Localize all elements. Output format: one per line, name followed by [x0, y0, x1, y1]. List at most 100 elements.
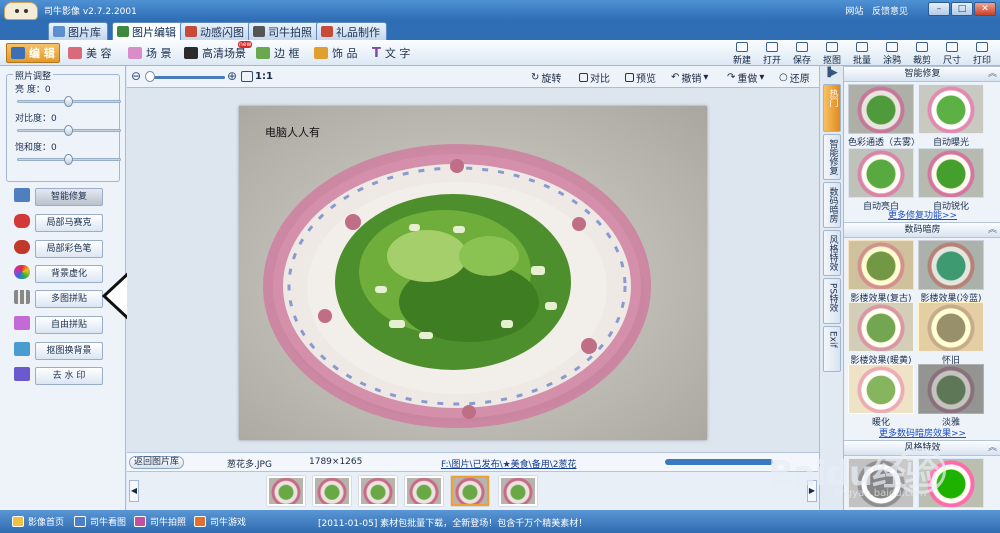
image-canvas[interactable]: 电脑人人有: [127, 88, 819, 452]
thumbnail[interactable]: [267, 476, 305, 506]
crop-button[interactable]: 裁剪: [908, 42, 936, 66]
home-link[interactable]: 影像首页: [12, 515, 64, 528]
brightness-slider[interactable]: [17, 96, 121, 107]
rotate-button[interactable]: ↻ 旋转: [531, 70, 561, 85]
multi-collage-button[interactable]: 多图拼贴: [35, 290, 103, 308]
feedback-link[interactable]: 反馈意见: [872, 7, 908, 17]
effect-tile[interactable]: 自动曝光: [918, 84, 984, 148]
vtab-smart-repair[interactable]: 智能修复: [823, 134, 841, 180]
thumbnail[interactable]: [359, 476, 397, 506]
saturation-slider[interactable]: [17, 154, 121, 165]
effect-preview: [918, 364, 984, 414]
tab-gift-making[interactable]: 礼品制作: [316, 22, 387, 40]
tool-scene[interactable]: 场 景: [124, 43, 176, 63]
background-blur-button[interactable]: 背景虚化: [35, 265, 103, 283]
effect-tile[interactable]: 影楼效果(暖黄): [848, 302, 914, 366]
section-smart-repair[interactable]: 智能修复 ︽: [844, 66, 1000, 82]
smart-repair-button[interactable]: 智能修复: [35, 188, 103, 206]
frame-icon: [256, 47, 270, 59]
cutout-button[interactable]: 抠图: [818, 42, 846, 66]
local-color-pen-button[interactable]: 局部彩色笔: [35, 240, 103, 258]
vtab-ps-effects[interactable]: PS特效: [823, 278, 841, 324]
collapse-chevron-icon[interactable]: ︽: [988, 223, 997, 237]
tool-border[interactable]: 边 框: [252, 43, 304, 63]
close-button[interactable]: ✕: [974, 2, 996, 16]
effect-tile[interactable]: 自动锐化: [918, 148, 984, 212]
local-mosaic-button[interactable]: 局部马赛克: [35, 214, 103, 232]
camera-link[interactable]: 司牛拍照: [134, 515, 186, 528]
doodle-button[interactable]: 涂鸦: [878, 42, 906, 66]
more-darkroom-link[interactable]: 更多数码暗房效果>>: [844, 426, 1000, 439]
face-icon: [68, 47, 82, 59]
tool-text[interactable]: T文 字: [368, 43, 414, 63]
tool-beauty[interactable]: 美 容: [64, 43, 116, 63]
redo-icon: ↷: [727, 72, 736, 83]
file-path-link[interactable]: F:\图片\已发布\★美食\备用\2葱花: [441, 457, 576, 470]
effect-tile[interactable]: 影楼效果(冷蓝): [918, 240, 984, 304]
compare-button[interactable]: 对比: [579, 70, 610, 85]
website-link[interactable]: 网站: [845, 7, 863, 17]
vtab-hot[interactable]: 热门: [823, 84, 841, 132]
contrast-slider[interactable]: [17, 125, 121, 136]
open-button[interactable]: 打开: [758, 42, 786, 66]
more-repair-link[interactable]: 更多修复功能>>: [844, 208, 1000, 221]
resize-button[interactable]: 尺寸: [938, 42, 966, 66]
chevron-down-icon[interactable]: ▾: [759, 72, 764, 83]
news-ticker[interactable]: [2011-01-05] 素材包批量下载，全新登场！包含千万个精美素材！: [318, 516, 587, 529]
zoom-ratio-label[interactable]: 1:1: [255, 71, 273, 82]
tool-hd-scene[interactable]: 高清场景 new: [180, 41, 253, 63]
free-collage-button[interactable]: 自由拼贴: [35, 316, 103, 334]
edit-icon: [117, 26, 129, 37]
thumbnail[interactable]: [499, 476, 537, 506]
thumbnail[interactable]: [313, 476, 351, 506]
preview-icon: [625, 73, 634, 82]
gift-icon: [321, 26, 333, 37]
games-link[interactable]: 司牛游戏: [194, 515, 246, 528]
restore-button[interactable]: ○ 还原: [779, 70, 810, 85]
effect-tile[interactable]: 自动亮白: [848, 148, 914, 212]
right-panel: ▐▶ 热门 智能修复 数码暗房 风格特效 PS特效 Exif 智能修复 ︽ 色彩通…: [819, 66, 1000, 510]
effect-tile[interactable]: 影楼效果(复古): [848, 240, 914, 304]
new-button[interactable]: 新建: [728, 42, 756, 66]
tab-image-library[interactable]: 图片库: [48, 22, 108, 40]
zoom-knob[interactable]: [145, 71, 155, 82]
back-to-library-button[interactable]: 返回图片库: [129, 456, 185, 469]
collapse-chevron-icon[interactable]: ︽: [988, 67, 997, 81]
brightness-knob[interactable]: [64, 96, 73, 107]
vtab-exif[interactable]: Exif: [823, 326, 841, 372]
contrast-knob[interactable]: [64, 125, 73, 136]
collapse-panel-icon[interactable]: ▐▶: [824, 68, 838, 78]
zoom-out-icon[interactable]: ⊖: [131, 69, 141, 83]
tool-edit[interactable]: 编 辑: [6, 43, 60, 63]
thumbnail-selected[interactable]: [451, 476, 489, 506]
zoom-slider[interactable]: [151, 76, 225, 79]
zoom-in-icon[interactable]: ⊕: [227, 69, 237, 83]
effect-tile[interactable]: 暖化: [848, 364, 914, 428]
tool-decoration[interactable]: 饰 品: [310, 43, 362, 63]
tab-animated-gif[interactable]: 动感闪图: [180, 22, 251, 40]
cutout-background-button[interactable]: 抠图换背景: [35, 342, 103, 360]
effect-tile[interactable]: 淡雅: [918, 364, 984, 428]
vtab-style-effects[interactable]: 风格特效: [823, 230, 841, 276]
tab-camera[interactable]: 司牛拍照: [248, 22, 319, 40]
remove-watermark-button[interactable]: 去 水 印: [35, 367, 103, 385]
tab-image-edit[interactable]: 图片编辑: [112, 22, 183, 40]
effect-tile[interactable]: 怀旧: [918, 302, 984, 366]
vtab-darkroom[interactable]: 数码暗房: [823, 182, 841, 228]
section-darkroom[interactable]: 数码暗房 ︽: [844, 222, 1000, 238]
undo-button[interactable]: ↶ 撤销 ▾: [671, 70, 708, 85]
preview-button[interactable]: 预览: [625, 70, 656, 85]
minimize-button[interactable]: –: [928, 2, 950, 16]
saturation-knob[interactable]: [64, 154, 73, 165]
chevron-down-icon[interactable]: ▾: [703, 72, 708, 83]
maximize-button[interactable]: □: [951, 2, 973, 16]
print-button[interactable]: 打印: [968, 42, 996, 66]
effect-tile[interactable]: 色彩通透（去雾）: [848, 84, 920, 148]
redo-button[interactable]: ↷ 重做 ▾: [727, 70, 764, 85]
thumbnail[interactable]: [405, 476, 443, 506]
scroll-left-icon[interactable]: ◀: [129, 480, 139, 502]
fit-window-icon[interactable]: [241, 71, 253, 82]
viewer-link[interactable]: 司牛看图: [74, 515, 126, 528]
save-button[interactable]: 保存: [788, 42, 816, 66]
batch-button[interactable]: 批量: [848, 42, 876, 66]
